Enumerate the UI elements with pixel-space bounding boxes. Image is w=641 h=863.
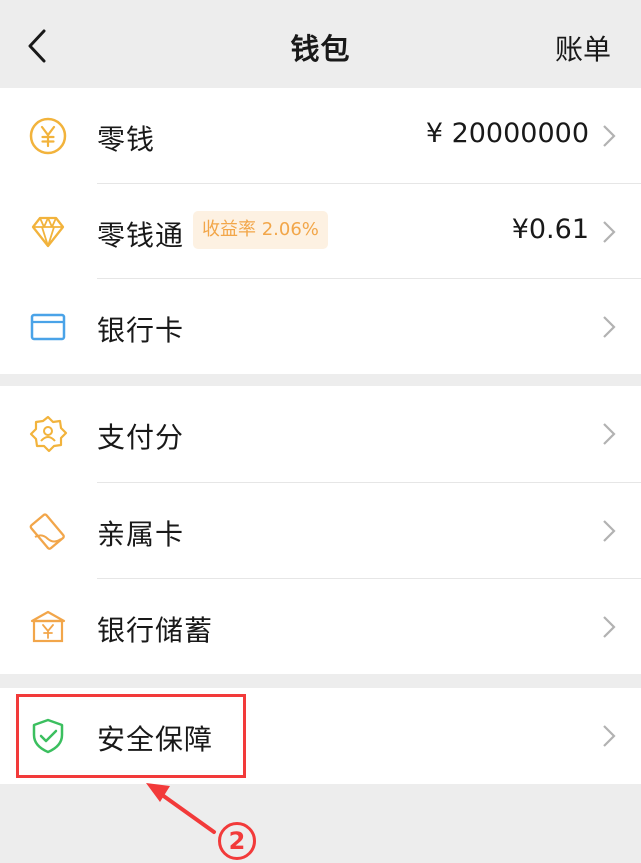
chevron-right-icon — [603, 423, 616, 445]
row-label: 支付分 — [97, 421, 185, 454]
row-bank-card[interactable]: 银行卡 — [0, 279, 641, 374]
balance-value: ¥ 20000000 — [425, 118, 589, 149]
chevron-right-icon — [603, 616, 616, 638]
row-label: 零钱 — [97, 123, 156, 156]
row-label: 亲属卡 — [97, 518, 185, 551]
wallet-balance-section: 零钱 ¥ 20000000 零钱通 收益率 2.06% ¥0.61 银行卡 — [0, 88, 641, 374]
top-bar: 钱包 账单 — [0, 0, 641, 88]
row-payment-score[interactable]: 支付分 — [0, 386, 641, 481]
row-change-plus[interactable]: 零钱通 收益率 2.06% ¥0.61 — [0, 184, 641, 279]
row-label: 银行储蓄 — [97, 614, 214, 647]
wallet-services-section: 支付分 亲属卡 银行储蓄 — [0, 386, 641, 674]
highlight-box — [16, 694, 246, 778]
family-card-icon — [29, 513, 65, 550]
yield-rate-badge: 收益率 2.06% — [193, 211, 328, 249]
chevron-right-icon — [603, 125, 616, 147]
chevron-right-icon — [603, 520, 616, 542]
step-number-badge: 2 — [218, 822, 256, 860]
chevron-right-icon — [603, 725, 616, 747]
chevron-right-icon — [603, 316, 616, 338]
diamond-icon — [31, 216, 65, 248]
coin-yuan-icon — [29, 117, 67, 155]
row-change[interactable]: 零钱 ¥ 20000000 — [0, 88, 641, 183]
row-label: 零钱通 — [97, 219, 185, 252]
payment-score-icon — [29, 415, 68, 453]
balance-value: ¥0.61 — [511, 214, 589, 245]
bill-button[interactable]: 账单 — [555, 28, 611, 68]
bank-savings-icon — [30, 610, 66, 643]
page-title: 钱包 — [290, 32, 351, 66]
chevron-right-icon — [603, 221, 616, 243]
row-label: 银行卡 — [97, 314, 185, 347]
row-family-card[interactable]: 亲属卡 — [0, 483, 641, 578]
row-bank-savings[interactable]: 银行储蓄 — [0, 579, 641, 674]
bank-card-icon — [30, 313, 66, 341]
